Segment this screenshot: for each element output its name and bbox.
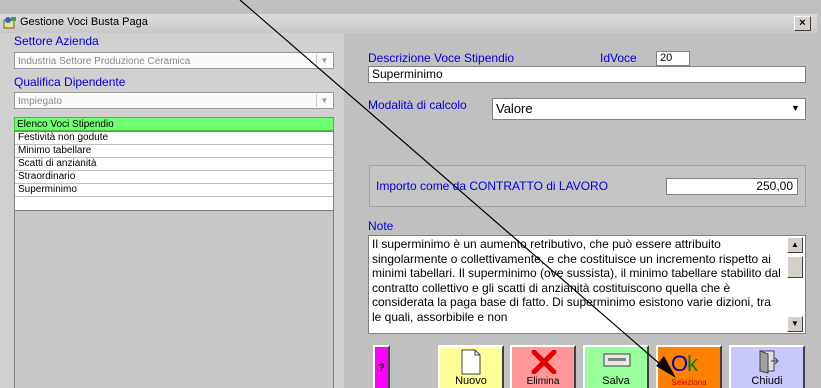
modalita-combo[interactable]: Valore ▼ [492, 98, 806, 120]
idvoce-field[interactable]: 20 [656, 51, 690, 66]
descrizione-field[interactable]: Superminimo [368, 66, 806, 83]
list-item[interactable]: Festività non godute [15, 132, 333, 145]
settore-label: Settore Azienda [14, 34, 99, 48]
scroll-up-icon[interactable]: ▲ [787, 237, 803, 253]
scroll-down-icon[interactable]: ▼ [787, 316, 803, 332]
nuovo-label: Nuovo [455, 375, 487, 387]
chiudi-label: Chiudi [751, 375, 783, 387]
app-icon [3, 17, 16, 29]
salva-button[interactable]: Salva [583, 345, 649, 388]
title-bar: Gestione Voci Busta Paga × [0, 14, 817, 34]
svg-text:O: O [671, 351, 688, 375]
list-item[interactable]: Superminimo [15, 184, 333, 197]
application-window: Gestione Voci Busta Paga × Settore Azien… [0, 0, 821, 388]
svg-text:k: k [687, 351, 699, 375]
chiudi-button[interactable]: Chiudi [729, 345, 805, 388]
list-item[interactable]: Straordinario [15, 171, 333, 184]
close-button[interactable]: × [794, 16, 811, 31]
ok-check-icon: O k [671, 351, 699, 375]
right-panel [344, 33, 821, 388]
modalita-label: Modalità di calcolo [368, 98, 467, 112]
window-title: Gestione Voci Busta Paga [20, 16, 148, 28]
note-text: Il superminimo è un aumento retributivo,… [372, 237, 781, 324]
chevron-down-icon[interactable]: ▼ [316, 54, 332, 67]
modalita-value: Valore [496, 101, 533, 116]
note-scrollbar[interactable]: ▲ ▼ [787, 237, 803, 332]
nuovo-button[interactable]: Nuovo [438, 345, 504, 388]
qualifica-label: Qualifica Dipendente [14, 75, 126, 89]
chevron-down-icon[interactable]: ▼ [316, 94, 332, 107]
list-empty-area [14, 211, 334, 388]
importo-panel: Importo come da CONTRATTO di LAVORO 250,… [369, 165, 806, 207]
help-button[interactable]: ? [373, 345, 390, 388]
note-textarea[interactable]: Il superminimo è un aumento retributivo,… [368, 235, 806, 334]
seleziona-button[interactable]: O k Seleziona [656, 345, 722, 388]
settore-combo[interactable]: Industria Settore Produzione Ceramica ▼ [14, 52, 334, 69]
elimina-button[interactable]: Elimina [510, 345, 576, 388]
settore-value: Industria Settore Produzione Ceramica [18, 56, 191, 67]
idvoce-label: IdVoce [600, 51, 637, 65]
importo-field[interactable]: 250,00 [666, 178, 798, 195]
qualifica-combo[interactable]: Impiegato ▼ [14, 92, 334, 109]
exit-door-icon [759, 350, 779, 374]
help-label: ? [378, 362, 385, 374]
save-disk-icon [603, 353, 631, 367]
list-item[interactable]: Minimo tabellare [15, 145, 333, 158]
importo-label: Importo come da CONTRATTO di LAVORO [376, 179, 609, 193]
qualifica-value: Impiegato [18, 96, 62, 107]
chevron-down-icon[interactable]: ▼ [788, 101, 803, 116]
salva-label: Salva [602, 375, 630, 387]
elimina-label: Elimina [526, 376, 560, 387]
seleziona-label: Seleziona [671, 378, 707, 387]
elenco-voci-header: Elenco Voci Stipendio [14, 117, 334, 131]
voci-list[interactable]: Festività non godute Minimo tabellare Sc… [14, 131, 334, 211]
descrizione-label: Descrizione Voce Stipendio [368, 51, 515, 65]
new-document-icon [461, 349, 481, 375]
note-label: Note [368, 219, 394, 233]
list-item[interactable]: Scatti di anzianità [15, 158, 333, 171]
scroll-thumb[interactable] [787, 256, 803, 278]
delete-x-icon [531, 350, 557, 374]
